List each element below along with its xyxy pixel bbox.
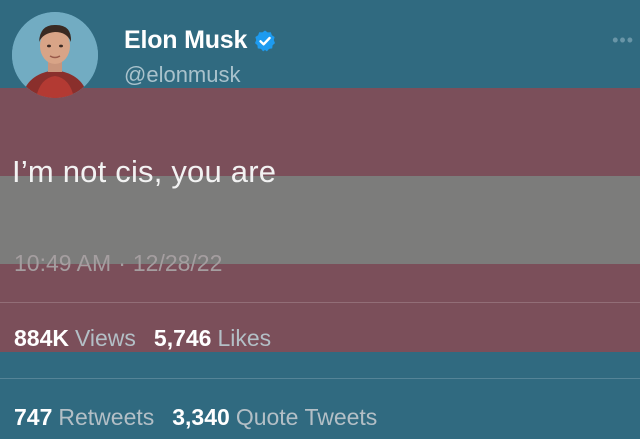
- tweet-time: 10:49 AM: [14, 250, 112, 276]
- author-display-name[interactable]: Elon Musk: [124, 26, 247, 55]
- tweet-date: 12/28/22: [132, 250, 223, 276]
- retweets-label: Retweets: [58, 404, 155, 430]
- engagement-stats-row: 884K Views 5,746 Likes: [14, 325, 271, 352]
- likes-label: Likes: [217, 325, 272, 351]
- author-handle[interactable]: @elonmusk: [124, 62, 241, 88]
- tweet-screenshot: Elon Musk @elonmusk ••• I’m not cis, you…: [0, 0, 640, 439]
- quote-tweets-count: 3,340: [172, 404, 230, 430]
- retweet-stats-row: 747 Retweets 3,340 Quote Tweets: [14, 404, 377, 431]
- author-name-row[interactable]: Elon Musk: [124, 26, 277, 55]
- retweets-stat[interactable]: 747 Retweets: [14, 404, 154, 431]
- avatar[interactable]: [12, 12, 98, 98]
- verified-badge-icon: [253, 29, 277, 53]
- avatar-photo: [12, 12, 98, 98]
- views-count: 884K: [14, 325, 69, 351]
- likes-stat[interactable]: 5,746 Likes: [154, 325, 271, 352]
- divider: [0, 378, 640, 379]
- likes-count: 5,746: [153, 325, 212, 351]
- views-label: Views: [74, 325, 136, 351]
- quote-tweets-label: Quote Tweets: [235, 404, 378, 430]
- more-options-icon[interactable]: •••: [612, 30, 634, 51]
- retweets-count: 747: [14, 404, 53, 430]
- divider: [0, 302, 640, 303]
- timestamp-separator: ·: [118, 250, 126, 276]
- quote-tweets-stat[interactable]: 3,340 Quote Tweets: [172, 404, 377, 431]
- tweet-text: I’m not cis, you are: [12, 154, 277, 189]
- views-stat[interactable]: 884K Views: [14, 325, 136, 352]
- tweet-timestamp[interactable]: 10:49 AM · 12/28/22: [14, 250, 222, 277]
